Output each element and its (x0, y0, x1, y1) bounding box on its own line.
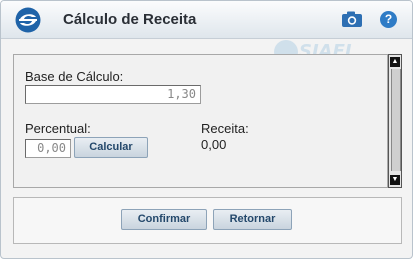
vertical-scrollbar[interactable]: ▲ ▼ (388, 54, 402, 188)
siafi-logo-icon (15, 7, 41, 33)
confirmar-button[interactable]: Confirmar (121, 209, 207, 230)
retornar-button[interactable]: Retornar (213, 209, 292, 230)
receita-value: 0,00 (201, 137, 227, 152)
title-bar: Cálculo de Receita ? (1, 1, 412, 39)
camera-icon[interactable] (341, 11, 363, 28)
percentual-label: Percentual: (25, 121, 91, 136)
window-title: Cálculo de Receita (63, 11, 197, 28)
percentual-input[interactable]: 0,00 (25, 139, 71, 158)
base-calculo-input[interactable]: 1,30 (25, 85, 201, 104)
scroll-down-arrow-icon[interactable]: ▼ (390, 175, 400, 185)
scroll-up-arrow-icon[interactable]: ▲ (390, 57, 400, 67)
help-button[interactable]: ? (380, 11, 397, 28)
footer-bar: Confirmar Retornar (13, 197, 402, 244)
calcular-button[interactable]: Calcular (74, 137, 148, 158)
scroll-thumb[interactable] (391, 69, 401, 171)
dialog-window: Cálculo de Receita ? SIAFI SIAFI SIAFI B… (0, 0, 413, 259)
form-panel: Base de Cálculo: 1,30 Percentual: 0,00 C… (13, 54, 388, 188)
receita-label: Receita: (201, 121, 249, 136)
base-calculo-label: Base de Cálculo: (25, 69, 124, 84)
